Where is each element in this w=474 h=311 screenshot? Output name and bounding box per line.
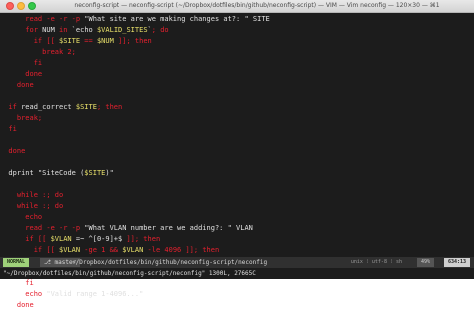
vim-command-line[interactable]: "~/Dropbox/dotfiles/bin/github/neconfig-… — [0, 268, 474, 279]
window-title: neconfig-script — neconfig-script (~/Dro… — [74, 2, 440, 9]
code-line: for NUM in `echo $VALID_SITES`; do — [0, 25, 169, 36]
code-line: fi — [0, 58, 42, 69]
code-token: $VALID_SITES — [96, 26, 148, 34]
code-token: $VLAN — [122, 246, 144, 254]
code-token: )" — [105, 169, 114, 177]
code-token: done — [0, 81, 34, 89]
code-line: fi — [0, 124, 17, 135]
code-token: if — [0, 103, 22, 111]
code-token: while :; do — [0, 191, 64, 199]
code-token: == — [80, 37, 97, 45]
code-token: ]]; then — [126, 235, 161, 243]
file-format-info: unix ⁞ utf-8 ⁞ sh — [350, 259, 402, 265]
code-token: -ge 1 && — [80, 246, 123, 254]
maximize-window-button[interactable] — [28, 2, 36, 10]
code-token: while :; do — [0, 202, 64, 210]
code-token: `echo — [71, 26, 97, 34]
code-token: if [[ — [0, 37, 60, 45]
code-token: break; — [0, 114, 43, 122]
code-token: VLAN — [231, 224, 253, 232]
current-file-path: ~/Dropbox/dotfiles/bin/github/neconfig-s… — [72, 259, 268, 266]
code-line: read -e -r -p "What site are we making c… — [0, 14, 270, 25]
code-token: if [[ — [0, 246, 60, 254]
vim-status-line: NORMAL ⎇ master ~/Dropbox/dotfiles/bin/g… — [0, 257, 474, 268]
code-token: done — [0, 147, 26, 155]
code-line: if [[ $VLAN =~ ^[0-9]+$ ]]; then — [0, 234, 160, 245]
code-token: done — [0, 70, 43, 78]
vim-editor-buffer[interactable]: read -e -r -p "What site are we making c… — [0, 13, 474, 309]
code-token: if [[ — [0, 235, 51, 243]
code-token: $NUM — [96, 37, 114, 45]
code-token: read -e -r -p — [0, 15, 85, 23]
code-token: break 2; — [0, 48, 76, 56]
code-token: $SITE — [59, 37, 81, 45]
cursor-position-indicator: 634:13 — [443, 258, 470, 267]
code-line: fi — [0, 278, 34, 289]
code-line: echo "Valid range 1-4096..." — [0, 289, 143, 300]
code-token: fi — [0, 125, 17, 133]
code-token: $SITE — [84, 169, 106, 177]
vim-mode-indicator: NORMAL — [3, 258, 30, 267]
code-line: while :; do — [0, 201, 63, 212]
code-token: SITE — [248, 15, 270, 23]
code-token: fi — [0, 59, 43, 67]
code-token: for — [0, 26, 43, 34]
code-token: read_correct — [21, 103, 76, 111]
terminal-window: neconfig-script — neconfig-script (~/Dro… — [0, 0, 474, 309]
code-token: "What site are we making changes at?: " — [84, 15, 249, 23]
code-line: if [[ $SITE == $NUM ]]; then — [0, 36, 152, 47]
code-token: read -e -r -p — [0, 224, 85, 232]
code-token: $VLAN — [59, 246, 81, 254]
code-token: echo — [0, 290, 47, 298]
code-token: =~ ^[0-9]+$ — [71, 235, 127, 243]
code-token: echo — [0, 213, 43, 221]
code-line: echo — [0, 212, 42, 223]
command-line-message: "~/Dropbox/dotfiles/bin/github/neconfig-… — [3, 270, 256, 277]
code-line: break 2; — [0, 47, 76, 58]
code-line: if [[ $VLAN -ge 1 && $VLAN -le 4096 ]]; … — [0, 245, 219, 256]
code-token: done — [0, 301, 34, 309]
code-line: read -e -r -p "What VLAN number are we a… — [0, 223, 253, 234]
file-percent-indicator: 49% — [416, 258, 434, 267]
code-token: dprint — [0, 169, 38, 177]
code-line: done — [0, 146, 25, 157]
title-bar[interactable]: neconfig-script — neconfig-script (~/Dro… — [0, 0, 474, 13]
code-token: ]]; then — [113, 37, 152, 45]
code-token: in — [54, 26, 72, 34]
close-window-button[interactable] — [6, 2, 14, 10]
code-token: "What VLAN number are we adding?: " — [84, 224, 232, 232]
code-token: ; then — [96, 103, 123, 111]
code-token: "Valid range 1-4096..." — [46, 290, 144, 298]
code-line: dprint "SiteCode ($SITE)" — [0, 168, 114, 179]
code-line: if read_correct $SITE; then — [0, 102, 122, 113]
code-line: done — [0, 300, 34, 311]
code-token: $VLAN — [50, 235, 72, 243]
code-token: $SITE — [75, 103, 97, 111]
code-token: fi — [0, 279, 34, 287]
code-token: "SiteCode ( — [37, 169, 85, 177]
code-token: -le 4096 ]]; then — [143, 246, 220, 254]
code-line: while :; do — [0, 190, 63, 201]
code-token: ; do — [151, 26, 169, 34]
code-token: NUM — [42, 26, 55, 34]
code-line: done — [0, 80, 34, 91]
code-line: done — [0, 69, 42, 80]
code-line: break; — [0, 113, 42, 124]
minimize-window-button[interactable] — [17, 2, 25, 10]
